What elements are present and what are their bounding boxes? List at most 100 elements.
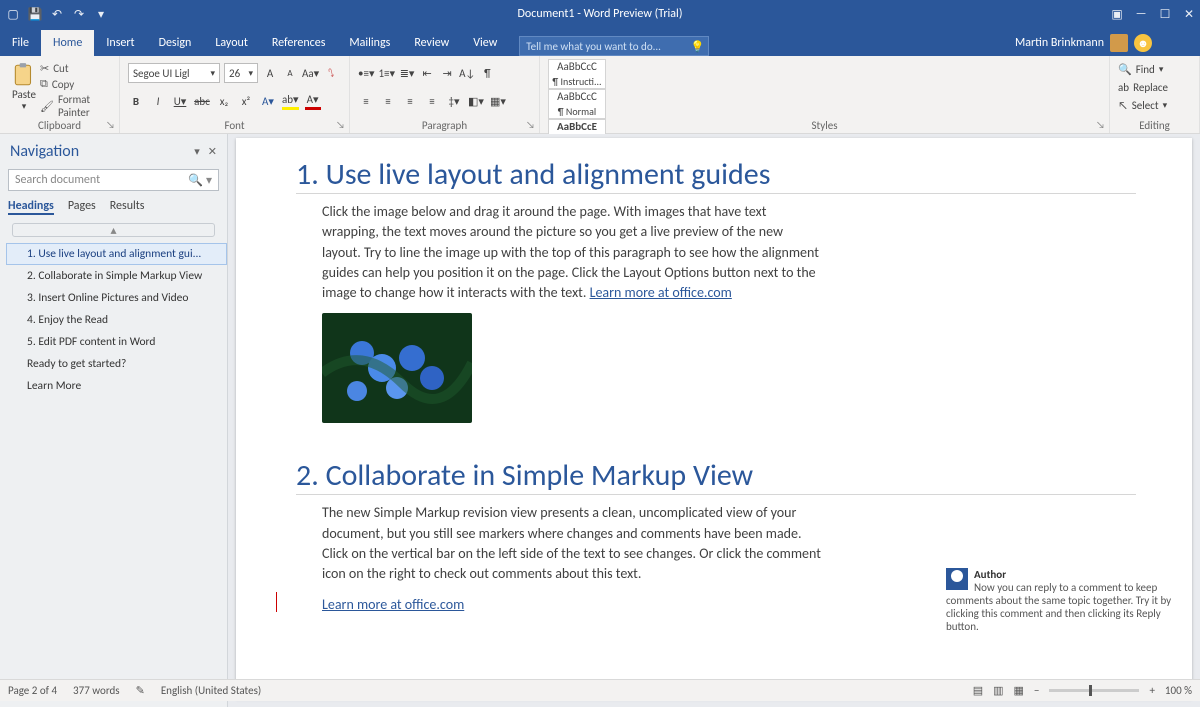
tab-design[interactable]: Design <box>147 30 204 56</box>
highlight-color-icon[interactable]: ab▾ <box>282 92 299 110</box>
learn-more-link-2[interactable]: Learn more at office.com <box>322 596 464 613</box>
change-case-icon[interactable]: Aa▾ <box>302 64 319 82</box>
chevron-down-icon[interactable]: ▾ <box>22 101 27 112</box>
ribbon: Paste ▾ ✂Cut ⧉Copy 🖌Format Painter Clipb… <box>0 56 1200 134</box>
nav-heading-item[interactable]: 2. Collaborate in Simple Markup View <box>6 265 227 287</box>
borders-icon[interactable]: ▦▾ <box>490 92 506 110</box>
dialog-launcher-icon[interactable]: ↘ <box>336 118 345 131</box>
zoom-in-icon[interactable]: + <box>1149 684 1154 697</box>
nav-collapse-handle[interactable]: ▴ <box>12 223 215 237</box>
feedback-smile-icon[interactable]: ☻ <box>1134 34 1152 52</box>
signed-in-user[interactable]: Martin Brinkmann <box>1015 36 1104 50</box>
justify-icon[interactable]: ≡ <box>424 92 440 110</box>
control-box-icon[interactable]: ▢ <box>6 7 20 21</box>
tab-view[interactable]: View <box>461 30 509 56</box>
increase-indent-icon[interactable]: ⇥ <box>439 64 455 82</box>
status-page[interactable]: Page 2 of 4 <box>8 684 57 697</box>
save-icon[interactable]: 💾 <box>28 7 42 21</box>
bullets-icon[interactable]: •≡▾ <box>358 64 374 82</box>
grow-font-icon[interactable]: A <box>262 64 278 82</box>
web-layout-icon[interactable]: ▦ <box>1014 684 1024 697</box>
tab-layout[interactable]: Layout <box>203 30 260 56</box>
navigation-search[interactable]: Search document 🔍 ▾ <box>8 169 219 191</box>
group-label-font: Font <box>120 119 349 133</box>
strikethrough-button[interactable]: abc <box>194 92 210 110</box>
font-name-combo[interactable]: Segoe UI Ligl ▾ <box>128 63 220 83</box>
zoom-slider[interactable] <box>1049 689 1139 692</box>
font-color-icon[interactable]: A▾ <box>305 92 321 110</box>
status-language[interactable]: English (United States) <box>161 684 261 697</box>
tab-mailings[interactable]: Mailings <box>337 30 402 56</box>
tab-insert[interactable]: Insert <box>94 30 146 56</box>
show-marks-icon[interactable]: ¶ <box>479 64 495 82</box>
paste-label: Paste <box>12 88 36 101</box>
italic-button[interactable]: I <box>150 92 166 110</box>
zoom-level[interactable]: 100 % <box>1165 684 1192 697</box>
read-mode-icon[interactable]: ▤ <box>973 684 983 697</box>
print-layout-icon[interactable]: ▥ <box>993 684 1003 697</box>
dialog-launcher-icon[interactable]: ↘ <box>106 118 115 131</box>
line-spacing-icon[interactable]: ‡▾ <box>446 92 462 110</box>
nav-heading-item[interactable]: Learn More <box>6 375 227 397</box>
spellcheck-icon[interactable]: ✎ <box>136 684 145 697</box>
tab-file[interactable]: File <box>0 30 41 56</box>
format-painter-button[interactable]: 🖌Format Painter <box>40 93 111 119</box>
underline-button[interactable]: U▾ <box>172 92 188 110</box>
ribbon-display-icon[interactable]: ▣ <box>1110 7 1124 21</box>
nav-menu-icon[interactable]: ▾ <box>194 145 200 158</box>
copy-button[interactable]: ⧉Copy <box>40 77 111 91</box>
nav-close-icon[interactable]: ✕ <box>208 145 217 158</box>
sort-icon[interactable]: A↓ <box>459 64 475 82</box>
decrease-indent-icon[interactable]: ⇤ <box>419 64 435 82</box>
cut-button[interactable]: ✂Cut <box>40 62 111 75</box>
document-area[interactable]: 1. Use live layout and alignment guides … <box>228 134 1200 707</box>
find-button[interactable]: 🔍Find ▾ <box>1118 60 1191 78</box>
align-center-icon[interactable]: ≡ <box>380 92 396 110</box>
tab-review[interactable]: Review <box>402 30 461 56</box>
shrink-font-icon[interactable]: A <box>282 64 298 82</box>
nav-heading-item[interactable]: Ready to get started? <box>6 353 227 375</box>
tell-me-search[interactable]: Tell me what you want to do... 💡 <box>519 36 709 56</box>
nav-heading-item[interactable]: 5. Edit PDF content in Word <box>6 331 227 353</box>
align-right-icon[interactable]: ≡ <box>402 92 418 110</box>
nav-tab-headings[interactable]: Headings <box>8 199 54 215</box>
style--normal[interactable]: AaBbCcC¶ Normal <box>548 89 606 119</box>
comment-card[interactable]: Author Now you can reply to a comment to… <box>946 568 1176 633</box>
align-left-icon[interactable]: ≡ <box>358 92 374 110</box>
numbering-icon[interactable]: 1≡▾ <box>378 64 395 82</box>
subscript-button[interactable]: x₂ <box>216 92 232 110</box>
status-words[interactable]: 377 words <box>73 684 120 697</box>
qat-more-icon[interactable]: ▾ <box>94 7 108 21</box>
minimize-icon[interactable]: — <box>1134 7 1148 21</box>
dialog-launcher-icon[interactable]: ↘ <box>526 118 535 131</box>
maximize-icon[interactable]: ☐ <box>1158 7 1172 21</box>
multilevel-list-icon[interactable]: ≣▾ <box>399 64 415 82</box>
nav-heading-item[interactable]: 1. Use live layout and alignment gui... <box>6 243 227 265</box>
learn-more-link-1[interactable]: Learn more at office.com <box>590 284 732 301</box>
paste-button[interactable]: Paste ▾ <box>8 60 40 119</box>
dialog-launcher-icon[interactable]: ↘ <box>1096 118 1105 131</box>
redo-icon[interactable]: ↷ <box>72 7 86 21</box>
undo-icon[interactable]: ↶ <box>50 7 64 21</box>
text-effects-icon[interactable]: A▾ <box>260 92 276 110</box>
select-button[interactable]: ↖Select ▾ <box>1118 96 1191 114</box>
superscript-button[interactable]: x² <box>238 92 254 110</box>
clear-formatting-icon[interactable]: ⭛ <box>323 64 339 82</box>
style--instructi-[interactable]: AaBbCcC¶ Instructi... <box>548 59 606 89</box>
tab-references[interactable]: References <box>260 30 338 56</box>
close-icon[interactable]: ✕ <box>1182 7 1196 21</box>
shading-icon[interactable]: ◧▾ <box>468 92 484 110</box>
replace-button[interactable]: abReplace <box>1118 78 1191 96</box>
tab-home[interactable]: Home <box>41 30 94 56</box>
group-clipboard: Paste ▾ ✂Cut ⧉Copy 🖌Format Painter Clipb… <box>0 56 120 133</box>
bold-button[interactable]: B <box>128 92 144 110</box>
group-label-paragraph: Paragraph <box>350 119 539 133</box>
inline-image[interactable] <box>322 313 472 423</box>
nav-heading-item[interactable]: 4. Enjoy the Read <box>6 309 227 331</box>
user-avatar[interactable] <box>1110 34 1128 52</box>
nav-tab-results[interactable]: Results <box>110 199 145 215</box>
nav-tab-pages[interactable]: Pages <box>68 199 96 215</box>
nav-heading-item[interactable]: 3. Insert Online Pictures and Video <box>6 287 227 309</box>
zoom-out-icon[interactable]: − <box>1034 684 1039 697</box>
font-size-combo[interactable]: 26 ▾ <box>224 63 258 83</box>
